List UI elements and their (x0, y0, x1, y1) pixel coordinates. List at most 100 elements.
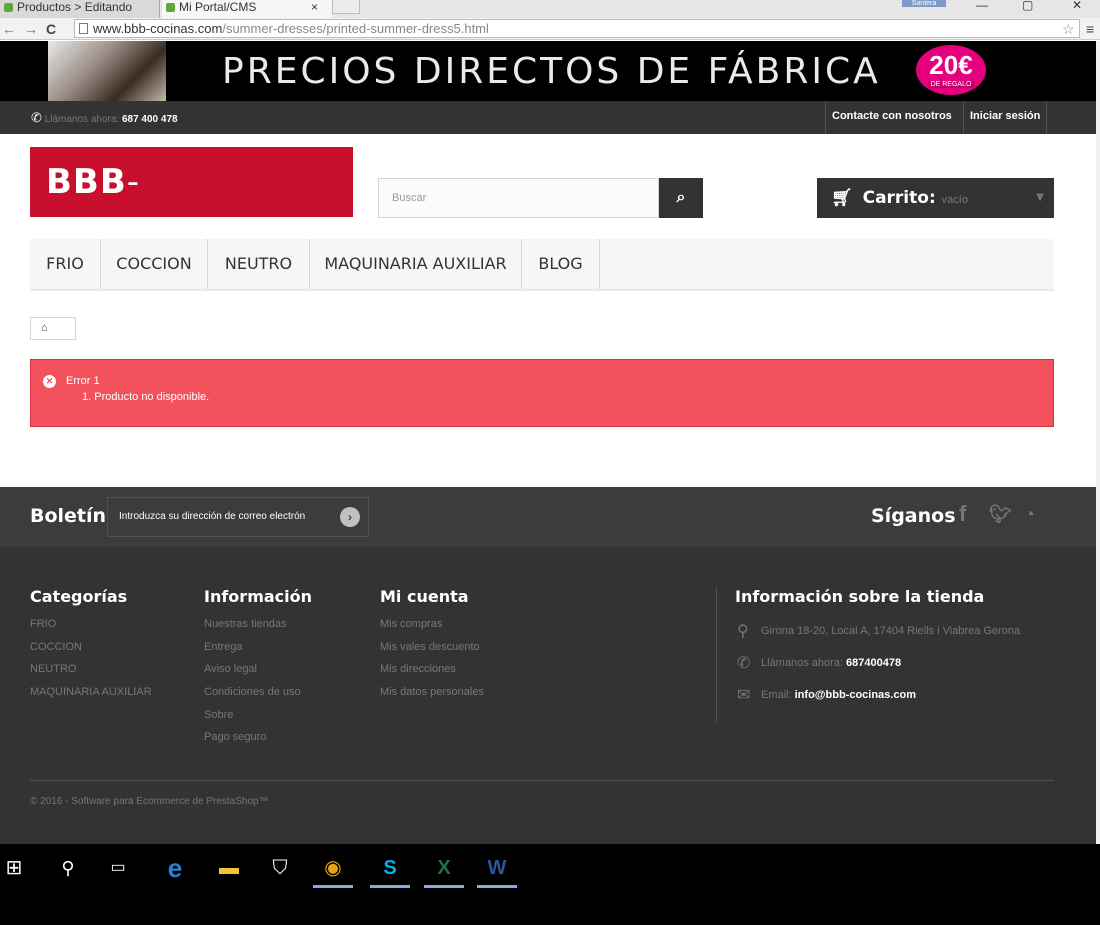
taskbar: ⊞ ⚲ ▭ e ▬ ⛉ ◉ S X W (0, 844, 1100, 925)
address-bar-row: ← → C www.bbb-cocinas.com/summer-dresses… (0, 18, 1100, 40)
phone-info: ✆ Llámanos ahora: 687 400 478 (31, 110, 178, 126)
main-menu: FRIO COCCION NEUTRO MAQUINARIA AUXILIAR … (30, 239, 1054, 291)
gift-badge: 20€ DE REGALO (916, 45, 986, 95)
search-icon: ⌕ (676, 189, 686, 206)
footer-link[interactable]: Mis vales descuento (380, 636, 484, 659)
footer: Categorías FRIO COCCION NEUTRO MAQUINARI… (0, 547, 1096, 844)
menu-item-coccion[interactable]: COCCION (101, 239, 208, 289)
menu-item-neutro[interactable]: NEUTRO (208, 239, 310, 289)
footer-link[interactable]: Entrega (204, 636, 301, 659)
footer-link[interactable]: Nuestras tiendas (204, 613, 301, 636)
footer-link[interactable]: NEUTRO (30, 658, 152, 681)
footer-link[interactable]: MAQUINARIA AUXILIAR (30, 681, 152, 704)
footer-link[interactable]: Mis direcciones (380, 658, 484, 681)
footer-account-heading: Mi cuenta (380, 587, 469, 606)
footer-categories-list: FRIO COCCION NEUTRO MAQUINARIA AUXILIAR (30, 613, 152, 704)
menu-icon[interactable]: ≡ (1086, 20, 1094, 38)
rss-icon[interactable]: ◔ (1024, 504, 1035, 525)
error-alert: ✕ Error 1 1. Producto no disponible. (30, 359, 1054, 427)
reload-icon[interactable]: C (46, 20, 56, 38)
start-icon[interactable]: ⊞ (0, 852, 34, 888)
breadcrumb-home[interactable]: ⌂ (30, 317, 76, 340)
menu-item-maquinaria[interactable]: MAQUINARIA AUXILIAR (310, 239, 522, 289)
store-address: ⚲ Girona 18-20, Local A, 17404 Riells i V… (737, 621, 1020, 641)
skype-icon[interactable]: S (370, 852, 410, 888)
close-window-icon[interactable]: ✕ (1072, 0, 1082, 11)
excel-icon[interactable]: X (424, 852, 464, 888)
favicon-icon (166, 3, 175, 13)
menu-item-blog[interactable]: BLOG (522, 239, 600, 289)
chevron-down-icon: ▼ (1036, 192, 1044, 203)
edge-icon[interactable]: e (155, 852, 195, 888)
email-link[interactable]: info@bbb-cocinas.com (795, 689, 916, 701)
footer-divider (716, 587, 717, 722)
alert-message: 1. Producto no disponible. (82, 391, 210, 403)
logo-bold: BBB (46, 162, 127, 202)
facebook-icon[interactable]: f (959, 501, 966, 527)
footer-link[interactable]: FRIO (30, 613, 152, 636)
footer-link[interactable]: Pago seguro (204, 726, 301, 749)
envelope-icon: ✉ (737, 687, 751, 704)
menu-item-frio[interactable]: FRIO (30, 239, 101, 289)
chef-image (48, 41, 166, 101)
chrome-icon[interactable]: ◉ (313, 852, 353, 888)
store-icon[interactable]: ⛉ (260, 852, 300, 888)
url-host: www.bbb-cocinas.com (93, 21, 223, 36)
scrollbar[interactable] (1096, 41, 1100, 844)
url-field[interactable]: www.bbb-cocinas.com/summer-dresses/print… (74, 19, 1080, 38)
profile-button[interactable]: Santera (902, 0, 946, 7)
newsletter-email-input[interactable]: Introduzca su dirección de correo electr… (107, 497, 369, 537)
footer-categories-heading: Categorías (30, 587, 128, 606)
footer-account-list: Mis compras Mis vales descuento Mis dire… (380, 613, 484, 704)
tab-label: Productos > Editando (17, 0, 133, 14)
word-icon[interactable]: W (477, 852, 517, 888)
back-icon[interactable]: ← (2, 20, 16, 38)
footer-link[interactable]: Sobre (204, 704, 301, 727)
address-text: Girona 18-20, Local A, 17404 Riells i Vi… (761, 624, 1021, 637)
cart-button[interactable]: 🛒︎ Carrito: vacío ▼ (817, 178, 1054, 218)
phone-number: 687400478 (846, 656, 902, 669)
footer-link[interactable]: Aviso legal (204, 658, 301, 681)
search-icon[interactable]: ⚲ (48, 852, 88, 888)
banner-text: PRECIOS DIRECTOS DE FÁBRICA (222, 51, 881, 92)
store-phone: ✆ Llámanos ahora: 687400478 (737, 653, 901, 673)
gift-amount: 20€ (929, 50, 973, 80)
close-tab-icon[interactable]: × (311, 0, 318, 14)
maximize-icon[interactable]: ▢ (1022, 0, 1033, 11)
contact-link[interactable]: Contacte con nosotros (825, 101, 958, 134)
footer-link[interactable]: Mis datos personales (380, 681, 484, 704)
browser-tab-portal[interactable]: Mi Portal/CMS × (162, 0, 332, 18)
gift-label: DE REGALO (928, 81, 974, 88)
promo-banner[interactable]: PRECIOS DIRECTOS DE FÁBRICA 20€ DE REGAL… (0, 41, 1096, 101)
home-icon: ⌂ (41, 322, 48, 334)
cart-label: Carrito: (862, 188, 936, 208)
browser-tab-productos[interactable]: Productos > Editando (0, 0, 160, 18)
footer-link[interactable]: COCCION (30, 636, 152, 659)
store-email: ✉ Email: info@bbb-cocinas.com (737, 685, 916, 705)
footer-store-heading: Información sobre la tienda (735, 587, 985, 606)
top-nav-bar: ✆ Llámanos ahora: 687 400 478 Contacte c… (0, 101, 1096, 134)
search-input[interactable]: Buscar (378, 178, 659, 218)
footer-info-heading: Información (204, 587, 313, 606)
new-tab-button[interactable] (332, 0, 360, 14)
login-link[interactable]: Iniciar sesión (963, 101, 1048, 134)
copyright: © 2016 - Software para Ecommerce de Pres… (30, 796, 269, 807)
error-icon: ✕ (43, 375, 56, 388)
task-view-icon[interactable]: ▭ (98, 852, 138, 888)
footer-link[interactable]: Condiciones de uso (204, 681, 301, 704)
file-explorer-icon[interactable]: ▬ (209, 852, 249, 888)
map-marker-icon: ⚲ (737, 623, 749, 640)
site-logo[interactable]: BBB-cocinas.com (30, 147, 353, 272)
minimize-icon[interactable]: — (976, 0, 988, 11)
twitter-icon[interactable]: 🐦︎ (989, 504, 1012, 525)
forward-icon[interactable]: → (24, 20, 38, 38)
alert-title: Error 1 (66, 375, 100, 387)
newsletter-submit-icon[interactable]: › (340, 507, 360, 527)
footer-link[interactable]: Mis compras (380, 613, 484, 636)
phone-number: 687 400 478 (121, 114, 178, 125)
search-button[interactable]: ⌕ (659, 178, 703, 218)
page-icon (79, 23, 88, 34)
footer-rule (30, 780, 1054, 781)
bookmark-star-icon[interactable]: ☆ (1062, 20, 1075, 38)
phone-prefix: Llámanos ahora: (761, 656, 846, 669)
